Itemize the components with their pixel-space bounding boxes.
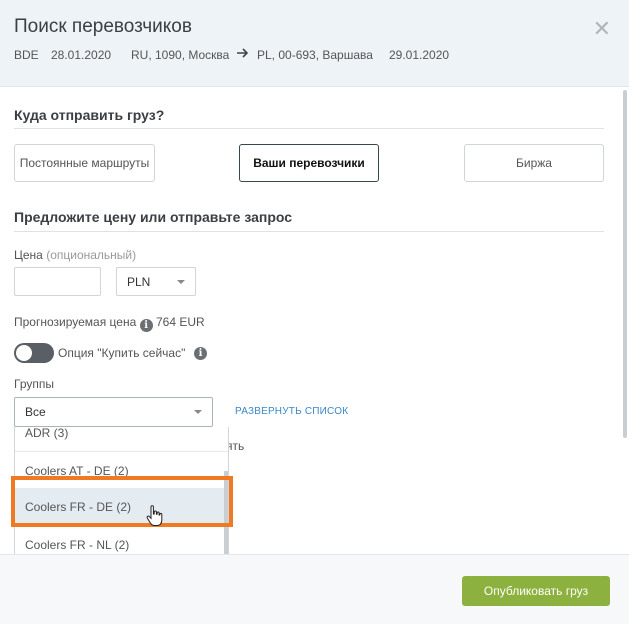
- close-icon[interactable]: ✕: [593, 18, 611, 40]
- publish-button[interactable]: Опубликовать груз: [462, 576, 610, 606]
- dialog-title: Поиск перевозчиков: [14, 16, 192, 37]
- destination-location: PL, 00-693, Варшава: [257, 48, 373, 62]
- regular-routes-button[interactable]: Постоянные маршруты: [14, 144, 155, 182]
- content-scrollbar[interactable]: [623, 90, 627, 438]
- load-date: 28.01.2020: [51, 48, 112, 62]
- dropdown-option[interactable]: ADR (3): [15, 427, 228, 452]
- exchange-button[interactable]: Биржа: [464, 144, 604, 182]
- groups-select[interactable]: Все: [14, 397, 213, 427]
- groups-selected-value: Все: [25, 405, 46, 419]
- origin-location: RU, 1090, Москва: [131, 48, 230, 62]
- expand-list-link[interactable]: РАЗВЕРНУТЬ СПИСОК: [235, 406, 348, 417]
- load-code: BDE: [14, 48, 39, 62]
- info-icon[interactable]: i: [194, 347, 207, 360]
- price-label: Цена (опциональный): [14, 248, 136, 262]
- unload-date: 29.01.2020: [389, 48, 450, 62]
- your-carriers-button[interactable]: Ваши перевозчики: [239, 144, 379, 182]
- currency-select[interactable]: PLN: [116, 267, 196, 296]
- forecast-value: 764 EUR: [155, 315, 205, 329]
- groups-label: Группы: [14, 377, 54, 391]
- buy-now-label: Опция "Купить сейчас": [58, 346, 186, 360]
- forecast-label: Прогнозируемая цена: [14, 315, 137, 329]
- info-icon[interactable]: i: [139, 319, 153, 332]
- arrow-right-icon: [237, 48, 249, 58]
- price-heading: Предложите цену или отправьте запрос: [14, 209, 293, 225]
- forecast-row: Прогнозируемая цена i 764 EUR: [14, 315, 205, 332]
- chevron-down-icon: [177, 279, 185, 284]
- chevron-down-icon: [194, 410, 202, 414]
- price-optional-text: (опциональный): [46, 248, 137, 262]
- price-input[interactable]: [14, 267, 101, 296]
- buy-now-toggle[interactable]: [14, 343, 54, 363]
- dialog-header: Поиск перевозчиков ✕ BDE 28.01.2020 RU, …: [0, 0, 629, 87]
- send-heading: Куда отправить груз?: [14, 107, 165, 123]
- hand-cursor-icon: [146, 505, 163, 526]
- divider: [14, 128, 604, 129]
- currency-value: PLN: [127, 274, 151, 289]
- divider: [14, 231, 604, 232]
- highlight-box: [11, 476, 233, 527]
- dropdown-option[interactable]: Coolers FR - NL (2): [15, 526, 228, 556]
- toggle-knob: [16, 345, 32, 361]
- price-label-text: Цена: [14, 248, 43, 262]
